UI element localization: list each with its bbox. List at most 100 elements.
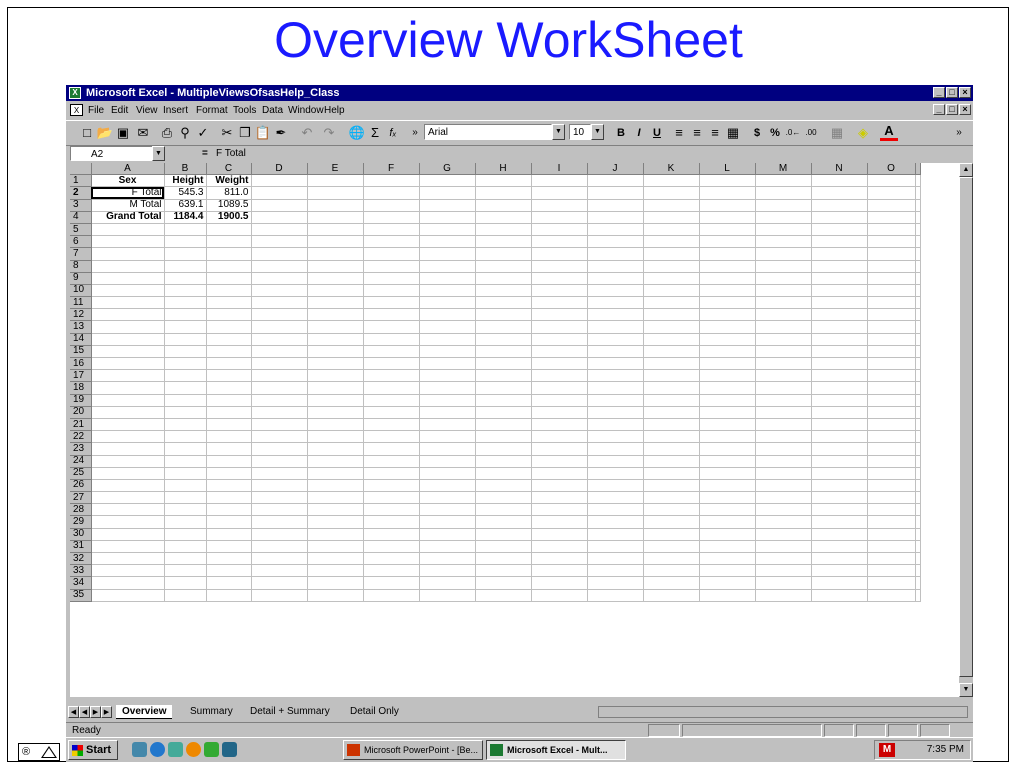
cell[interactable]: 811.0 [206,186,252,200]
cell[interactable] [475,320,532,334]
cell[interactable] [307,576,364,590]
cell[interactable] [867,455,916,468]
cell[interactable] [699,369,756,383]
cell[interactable] [587,369,644,383]
cell[interactable] [755,406,812,419]
cell[interactable] [587,260,644,273]
cell[interactable] [699,296,756,310]
cell[interactable] [91,345,165,359]
cell[interactable] [643,515,700,529]
cell[interactable] [91,272,165,285]
cell[interactable] [475,272,532,285]
taskbar-excel-button[interactable]: Microsoft Excel - Mult... [486,740,626,760]
cell[interactable] [475,564,532,578]
cell[interactable]: 639.1 [164,199,207,212]
cell[interactable] [206,357,252,371]
cell[interactable] [307,455,364,468]
row-header[interactable]: 22 [70,430,92,444]
cell[interactable] [419,320,476,334]
row-header[interactable]: 19 [70,394,92,407]
cell[interactable] [531,199,588,212]
cell[interactable] [419,418,476,432]
cell[interactable] [755,186,812,200]
cell[interactable] [867,491,916,505]
cell[interactable] [206,394,252,407]
font-name-dropdown-icon[interactable]: ▼ [552,124,565,140]
info-icon[interactable] [186,742,201,757]
font-size-dropdown-icon[interactable]: ▼ [591,124,604,140]
cell[interactable] [307,320,364,334]
cell[interactable] [915,223,921,237]
cell[interactable] [643,479,700,493]
column-header[interactable]: G [419,163,476,176]
cell[interactable] [206,430,252,444]
cell[interactable] [91,430,165,444]
cell[interactable] [699,320,756,334]
hyperlink-icon[interactable]: 🌐 [348,124,366,142]
column-header[interactable]: A [91,163,165,176]
cell[interactable] [699,345,756,359]
cell[interactable] [587,186,644,200]
cell[interactable] [164,284,207,298]
cell[interactable] [91,235,165,249]
cell[interactable] [419,272,476,285]
cell[interactable] [811,333,868,346]
cell[interactable] [164,394,207,407]
cell[interactable] [419,235,476,249]
cell[interactable] [699,284,756,298]
doc-close-button[interactable]: × [959,104,971,115]
cell[interactable] [531,260,588,273]
cell[interactable] [587,540,644,554]
cell[interactable] [811,503,868,517]
cell[interactable] [531,174,588,188]
cell[interactable] [867,540,916,554]
cell[interactable] [699,503,756,517]
cell[interactable] [811,369,868,383]
cell[interactable] [531,357,588,371]
cell[interactable] [475,491,532,505]
cell[interactable] [811,345,868,359]
cell[interactable] [755,552,812,566]
cell[interactable] [867,406,916,419]
cell[interactable] [475,467,532,480]
last-sheet-icon[interactable]: ▶ [101,706,112,718]
next-sheet-icon[interactable]: ▶ [90,706,101,718]
cell[interactable] [811,576,868,590]
cell[interactable] [206,455,252,468]
cell[interactable] [419,491,476,505]
cell[interactable] [363,564,420,578]
cell[interactable] [643,528,700,541]
column-header[interactable]: H [475,163,532,176]
cell[interactable] [91,308,165,322]
cell[interactable] [755,345,812,359]
cell[interactable] [867,320,916,334]
cell[interactable] [206,333,252,346]
align-right-icon[interactable]: ≡ [706,124,724,142]
cell[interactable] [164,455,207,468]
cell[interactable] [643,308,700,322]
tray-m-icon[interactable]: M [879,743,895,757]
cell[interactable] [363,320,420,334]
cell[interactable] [251,418,308,432]
cell[interactable] [587,442,644,456]
row-header[interactable]: 15 [70,345,92,359]
column-header[interactable]: D [251,163,308,176]
cell[interactable] [363,260,420,273]
cell[interactable] [419,479,476,493]
open-icon[interactable]: 📂 [96,124,114,142]
cell[interactable] [699,199,756,212]
cell[interactable] [643,491,700,505]
cell[interactable] [363,211,420,224]
cell[interactable] [307,199,364,212]
cell[interactable] [307,186,364,200]
cell[interactable] [307,528,364,541]
cell[interactable] [811,540,868,554]
cell[interactable] [643,199,700,212]
cell[interactable] [419,576,476,590]
cell[interactable] [867,430,916,444]
decrease-decimal-icon[interactable]: .00 [802,124,820,142]
cell[interactable] [915,260,921,273]
cell[interactable] [867,333,916,346]
cell[interactable] [419,247,476,261]
cell[interactable] [251,247,308,261]
